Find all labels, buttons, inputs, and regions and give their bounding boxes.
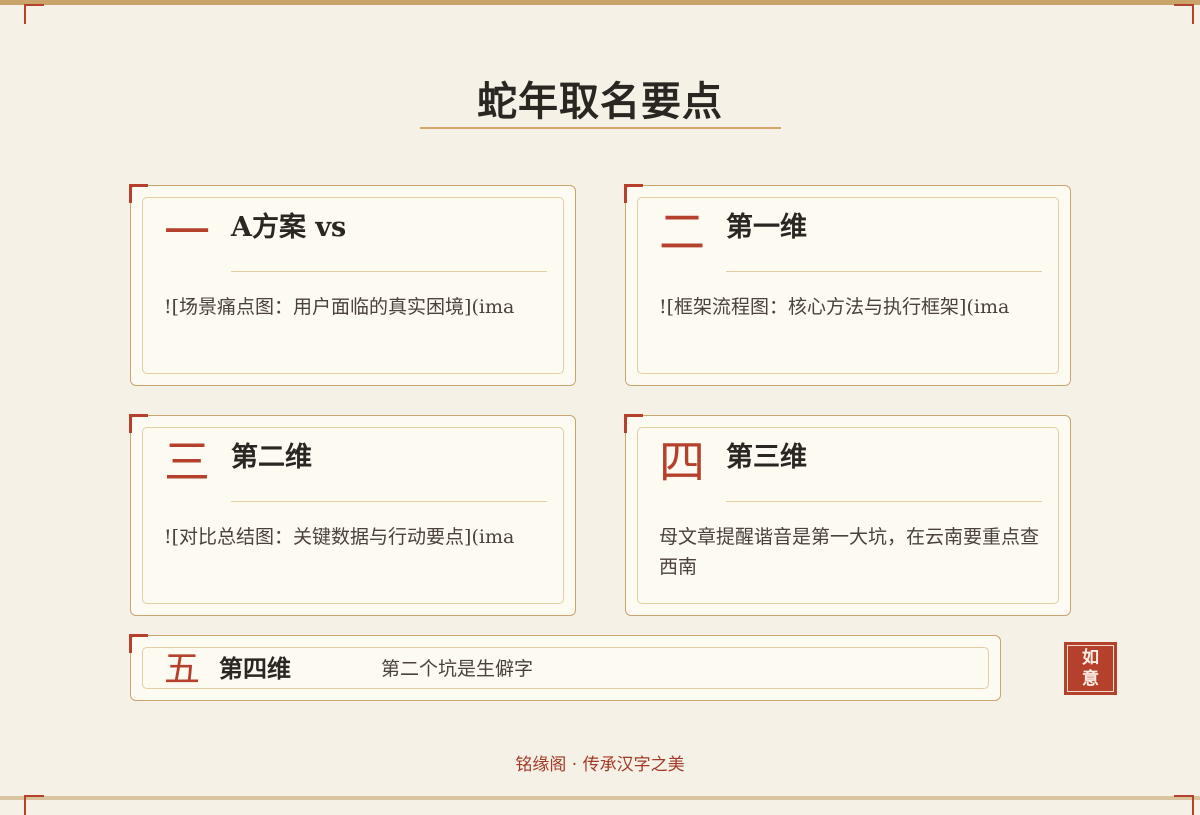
- card-body: ![场景痛点图：用户面临的真实困境](ima: [164, 296, 515, 318]
- card-divider: [231, 501, 547, 502]
- card-body: ![框架流程图：核心方法与执行框架](ima: [659, 296, 1010, 318]
- card-heading: 第三维: [726, 442, 807, 473]
- card-heading: A方案 vs: [231, 212, 347, 243]
- card-body: ![对比总结图：关键数据与行动要点](ima: [164, 526, 515, 548]
- card-divider: [231, 271, 547, 272]
- point-card-1: 一 A方案 vs ![场景痛点图：用户面临的真实困境](ima: [129, 184, 576, 386]
- card-heading: 第二维: [231, 442, 312, 473]
- page-corner-top-left: [24, 4, 44, 24]
- page-corner-bottom-right: [1174, 795, 1194, 815]
- seal-char-2: 意: [1082, 668, 1099, 689]
- card-body: 母文章提醒谐音是第一大坑，在云南要重点查西南: [659, 526, 1040, 578]
- card-number: 二: [659, 205, 705, 259]
- bottom-border: [0, 796, 1200, 800]
- card-heading: 第一维: [726, 212, 807, 243]
- seal-char-1: 如: [1082, 647, 1099, 668]
- page-corner-top-right: [1174, 4, 1194, 24]
- page-corner-bottom-left: [24, 795, 44, 815]
- card-corner-mark: [624, 414, 643, 433]
- card-corner-mark: [129, 634, 148, 653]
- card-corner-mark: [624, 184, 643, 203]
- card-divider: [726, 271, 1042, 272]
- card-number: 三: [164, 435, 210, 489]
- card-heading: 第四维: [219, 654, 291, 683]
- footer-text: 铭缘阁 · 传承汉字之美: [515, 755, 685, 775]
- card-body: 第二个坑是生僻字: [381, 658, 534, 680]
- title-underline: [420, 127, 781, 129]
- point-card-4: 四 第三维 母文章提醒谐音是第一大坑，在云南要重点查西南: [624, 414, 1071, 616]
- point-card-3: 三 第二维 ![对比总结图：关键数据与行动要点](ima: [129, 414, 576, 616]
- top-border: [0, 0, 1200, 5]
- card-number: 一: [164, 205, 210, 259]
- point-card-5: 五 第四维 第二个坑是生僻字: [129, 634, 1001, 701]
- card-corner-mark: [129, 414, 148, 433]
- point-card-2: 二 第一维 ![框架流程图：核心方法与执行框架](ima: [624, 184, 1071, 386]
- seal-stamp: 如 意: [1064, 642, 1117, 695]
- card-number: 五: [164, 649, 201, 690]
- card-divider: [726, 501, 1042, 502]
- seal-frame: 如 意: [1067, 645, 1114, 692]
- card-number: 四: [659, 435, 705, 489]
- card-corner-mark: [129, 184, 148, 203]
- page-title: 蛇年取名要点: [477, 78, 723, 125]
